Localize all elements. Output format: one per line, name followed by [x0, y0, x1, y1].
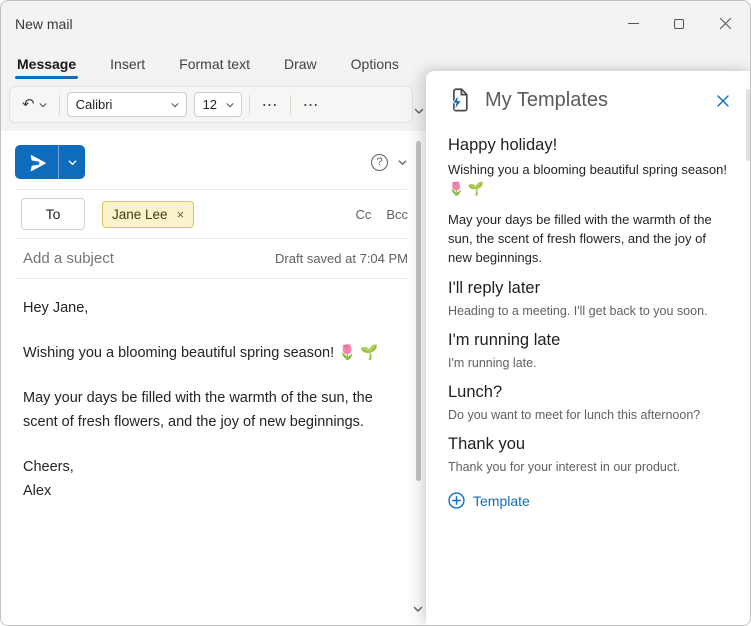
tab-options[interactable]: Options [349, 49, 401, 79]
template-item-running-late[interactable]: I'm running late I'm running late. [448, 331, 732, 372]
minimize-button[interactable] [610, 1, 656, 46]
template-body: I'm running late. [448, 356, 537, 370]
my-templates-panel: My Templates Happy holiday! Wishing you … [426, 71, 750, 625]
formatting-toolbar: ↶ Calibri 12 ⋯ ⋯ [9, 86, 413, 123]
font-size-value: 12 [202, 97, 218, 112]
template-title: I'll reply later [448, 279, 541, 297]
body-paragraph: Wishing you a blooming beautiful spring … [23, 345, 379, 361]
undo-icon: ↶ [22, 95, 35, 113]
template-title: Happy holiday! [448, 136, 558, 154]
chevron-down-icon [414, 108, 424, 114]
close-icon [717, 94, 729, 107]
to-button[interactable]: To [21, 198, 85, 230]
template-item-thank-you[interactable]: Thank you Thank you for your interest in… [448, 435, 732, 476]
template-body: May your days be filled with the warmth … [448, 212, 712, 265]
add-circle-icon [448, 492, 465, 509]
remove-recipient-icon[interactable]: × [177, 207, 185, 222]
more-formatting-button[interactable]: ⋯ [257, 92, 283, 118]
send-button[interactable] [15, 145, 58, 179]
undo-button[interactable]: ↶ [18, 93, 52, 116]
template-body: Wishing you a blooming beautiful spring … [448, 162, 727, 196]
draft-saved-status: Draft saved at 7:04 PM [275, 251, 408, 266]
compose-scrollbar[interactable] [411, 131, 426, 625]
tab-draw[interactable]: Draw [282, 49, 319, 79]
toolbar-divider [58, 94, 60, 115]
close-panel-button[interactable] [716, 94, 730, 108]
new-mail-window: New mail Message Insert Format text Draw… [0, 0, 751, 626]
template-body: Heading to a meeting. I'll get back to y… [448, 304, 708, 318]
add-template-label: Template [473, 492, 530, 509]
font-name-select[interactable]: Calibri [66, 92, 187, 117]
recipient-name: Jane Lee [112, 206, 168, 222]
maximize-button[interactable] [656, 1, 702, 46]
ribbon-tab-bar: Message Insert Format text Draw Options [15, 47, 401, 81]
panel-header: My Templates [426, 71, 750, 114]
titlebar: New mail [1, 1, 750, 46]
tab-message[interactable]: Message [15, 49, 79, 79]
template-item-lunch[interactable]: Lunch? Do you want to meet for lunch thi… [448, 383, 732, 424]
my-templates-icon [451, 88, 468, 112]
window-controls [610, 1, 748, 46]
message-body-editor[interactable]: Hey Jane, Wishing you a blooming beautif… [1, 279, 426, 503]
subject-input[interactable] [23, 250, 276, 267]
font-name-value: Calibri [75, 97, 113, 112]
template-title: I'm running late [448, 331, 561, 349]
panel-title: My Templates [485, 89, 609, 111]
chevron-down-icon [398, 159, 407, 165]
compose-area: ? To Jane Lee × Cc Bcc Draft saved at 7:… [1, 131, 426, 625]
send-row: ? [1, 131, 426, 189]
add-template-button[interactable]: Template [448, 492, 732, 509]
template-item-reply-later[interactable]: I'll reply later Heading to a meeting. I… [448, 279, 732, 320]
help-icon: ? [371, 153, 388, 171]
template-title: Lunch? [448, 383, 503, 401]
template-item-happy-holiday[interactable]: Happy holiday! Wishing you a blooming be… [448, 136, 732, 267]
body-paragraph: Hey Jane, [23, 300, 89, 316]
font-size-select[interactable]: 12 [193, 92, 242, 117]
tab-format-text[interactable]: Format text [177, 49, 252, 79]
body-paragraph: May your days be filled with the warmth … [23, 390, 373, 430]
close-icon [719, 17, 731, 30]
scrollbar-thumb[interactable] [416, 141, 421, 481]
toolbar-divider [248, 94, 250, 115]
minimize-icon [627, 23, 639, 24]
toolbar-divider [289, 94, 291, 115]
chevron-down-icon [171, 102, 179, 107]
bcc-button[interactable]: Bcc [386, 207, 408, 222]
templates-list: Happy holiday! Wishing you a blooming be… [426, 114, 750, 509]
cc-button[interactable]: Cc [355, 207, 371, 222]
more-options-icon: ⋯ [302, 94, 319, 114]
close-window-button[interactable] [702, 1, 748, 46]
send-split-button [15, 145, 85, 179]
window-title: New mail [15, 15, 73, 32]
maximize-icon [674, 18, 684, 29]
help-menu-button[interactable]: ? [371, 153, 408, 171]
chevron-down-icon [39, 102, 47, 107]
subject-row: Draft saved at 7:04 PM [1, 239, 426, 278]
chevron-down-icon [226, 102, 234, 107]
body-paragraph: Cheers, Alex [23, 459, 74, 499]
more-commands-button[interactable]: ⋯ [298, 92, 324, 118]
template-title: Thank you [448, 435, 526, 453]
scroll-down-button[interactable] [412, 602, 424, 620]
chevron-down-icon [413, 606, 423, 612]
tab-insert[interactable]: Insert [108, 49, 147, 79]
recipient-chip-jane-lee[interactable]: Jane Lee × [102, 200, 195, 228]
panel-scrollbar[interactable] [746, 89, 750, 161]
template-body: Thank you for your interest in our produ… [448, 460, 681, 474]
send-icon [30, 154, 46, 171]
ribbon-collapse-button[interactable] [411, 102, 427, 120]
more-options-icon: ⋯ [261, 94, 278, 114]
template-body: Do you want to meet for lunch this after… [448, 408, 701, 422]
chevron-down-icon [68, 159, 76, 165]
cc-bcc-group: Cc Bcc [355, 207, 408, 222]
send-options-button[interactable] [58, 145, 85, 179]
recipients-row: To Jane Lee × Cc Bcc [1, 190, 426, 238]
